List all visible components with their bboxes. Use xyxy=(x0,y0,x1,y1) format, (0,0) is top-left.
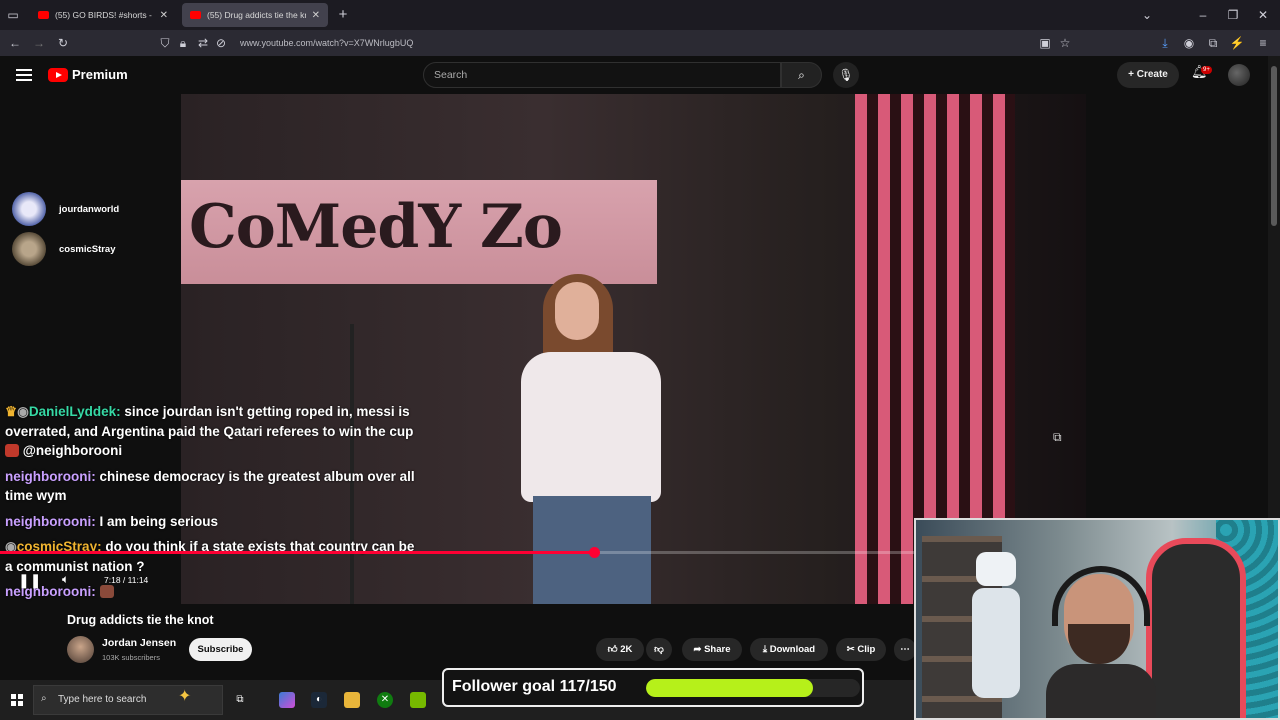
chat-message: neighborooni: chinese democracy is the g… xyxy=(5,468,415,504)
steam-icon[interactable]: ◐ xyxy=(311,692,327,708)
clip-button[interactable]: ✂ Clip xyxy=(836,638,886,661)
channel-avatar[interactable] xyxy=(67,636,94,663)
subscriber-count: 103K subscribers xyxy=(102,653,160,662)
xbox-icon[interactable]: ✕ xyxy=(377,692,393,708)
tab-drug-addicts[interactable]: (55) Drug addicts tie the knot ✕ xyxy=(182,3,328,27)
follower-goal-label: Follower goal 117/150 xyxy=(452,678,617,695)
chat-message: neighborooni: I am being serious xyxy=(5,513,219,529)
presence-item: cosmicStray xyxy=(12,232,116,266)
youtube-logo[interactable]: Premium xyxy=(48,67,128,82)
tab-go-birds[interactable]: (55) GO BIRDS! #shorts - YouTube ✕ xyxy=(30,3,176,27)
app-menu-icon[interactable]: ≡ xyxy=(1254,30,1272,56)
permissions-icon[interactable]: ⇄ xyxy=(194,30,212,56)
search-icon[interactable]: ⌕ xyxy=(781,62,822,88)
microphone-icon[interactable]: 🎙︎ xyxy=(833,62,859,88)
url-field[interactable]: www.youtube.com/watch?v=X7WNrlugbUQ xyxy=(240,30,413,56)
windows-start-icon[interactable] xyxy=(11,694,23,706)
follower-goal-fill xyxy=(646,679,813,697)
crown-icon: ♛ xyxy=(5,404,18,419)
thumbs-up-icon: 👍︎ xyxy=(607,644,618,655)
browser-tab-bar: ▭ (55) GO BIRDS! #shorts - YouTube ✕ (55… xyxy=(0,0,1280,30)
create-button[interactable]: + Create xyxy=(1117,62,1179,88)
forward-icon[interactable]: → xyxy=(30,30,48,56)
share-icon: ➦ xyxy=(693,644,702,655)
shield-icon[interactable]: ⛉ xyxy=(156,30,174,56)
search-icon: ⌕ xyxy=(41,693,47,704)
emote-icon xyxy=(99,585,114,598)
thumbs-down-icon: 👎︎ xyxy=(654,644,664,655)
time-display: 7:18 / 11:14 xyxy=(104,575,149,585)
volume-icon[interactable]: 🔈︎ xyxy=(62,572,69,587)
banner-text: CoMedY Zo xyxy=(189,192,563,262)
emote-icon xyxy=(5,444,19,457)
progress-fill xyxy=(0,551,595,554)
avatar xyxy=(12,232,46,266)
follower-goal-bar xyxy=(646,679,860,697)
tab-list-icon[interactable]: ▭ xyxy=(4,2,22,28)
copilot-icon[interactable] xyxy=(279,692,295,708)
avatar[interactable] xyxy=(1228,64,1250,86)
close-window-icon[interactable]: ✕ xyxy=(1254,2,1272,28)
lock-icon[interactable]: 🔒︎ xyxy=(174,30,192,56)
video-progress-bar[interactable] xyxy=(0,547,914,558)
extension-icon[interactable]: ⚡ xyxy=(1228,30,1246,56)
account-icon[interactable]: ◉ xyxy=(1180,30,1198,56)
youtube-header: Premium Search ⌕ 🎙︎ + Create 🔔︎ 9+ xyxy=(0,56,1268,94)
chat-message: ◉cosmicStray: do you think if a state ex… xyxy=(5,539,415,574)
tracking-icon[interactable]: ⊘ xyxy=(212,30,230,56)
picture-icon[interactable]: ▣ xyxy=(1036,30,1054,56)
youtube-play-icon xyxy=(48,67,68,82)
reload-icon[interactable]: ↻ xyxy=(54,30,72,56)
bookmark-star-icon[interactable]: ☆ xyxy=(1056,30,1074,56)
video-title: Drug addicts tie the knot xyxy=(67,613,214,627)
chat-message: ♛◉DanielLyddek: since jourdan isn't gett… xyxy=(5,404,414,458)
downloads-icon[interactable]: ⤓ xyxy=(1156,30,1174,56)
subscribe-button[interactable]: Subscribe xyxy=(189,638,252,661)
taskbar-search-input[interactable]: Type here to search xyxy=(33,685,223,715)
file-explorer-icon[interactable] xyxy=(344,692,360,708)
back-icon[interactable]: ← xyxy=(6,30,24,56)
chevron-down-icon[interactable]: ⌄ xyxy=(1138,2,1156,28)
badge-icon: ◉ xyxy=(17,404,29,419)
close-tab-icon[interactable]: ✕ xyxy=(312,10,320,21)
sparkle-icon: ✦ xyxy=(178,688,192,705)
webcam-overlay xyxy=(914,518,1280,720)
notification-badge: 9+ xyxy=(1201,66,1212,74)
nvidia-icon[interactable] xyxy=(410,692,426,708)
minimize-icon[interactable]: – xyxy=(1194,2,1212,28)
youtube-favicon-icon xyxy=(38,11,49,19)
new-tab-icon[interactable]: + xyxy=(334,2,352,28)
download-button[interactable]: ⤓ Download xyxy=(750,638,828,661)
task-view-icon[interactable]: ⧉ xyxy=(232,692,248,708)
extensions-icon[interactable]: ⧉ xyxy=(1204,30,1222,56)
presence-item: jourdanworld xyxy=(12,192,119,226)
close-tab-icon[interactable]: ✕ xyxy=(160,10,168,21)
like-button[interactable]: 👍︎ 2K xyxy=(596,638,644,661)
follower-goal-widget: Follower goal 117/150 xyxy=(442,668,864,707)
channel-name[interactable]: Jordan Jensen xyxy=(102,637,176,649)
miniplayer-icon[interactable]: ⧉ xyxy=(1053,430,1062,445)
download-icon: ⤓ xyxy=(762,644,768,655)
dislike-button[interactable]: 👎︎ xyxy=(646,638,672,661)
pause-icon[interactable]: ❚❚ xyxy=(18,572,41,589)
hamburger-menu-icon[interactable] xyxy=(16,66,32,84)
restore-icon[interactable]: ❐ xyxy=(1224,2,1242,28)
address-bar: ← → ↻ ⛉ 🔒︎ ⇄ ⊘ www.youtube.com/watch?v=X… xyxy=(0,30,1280,56)
scissors-icon: ✂ xyxy=(846,644,855,655)
share-button[interactable]: ➦ Share xyxy=(682,638,742,661)
more-actions-button[interactable]: ⋯ xyxy=(894,638,916,661)
search-input[interactable]: Search xyxy=(423,62,781,88)
youtube-favicon-icon xyxy=(190,11,201,19)
avatar xyxy=(12,192,46,226)
